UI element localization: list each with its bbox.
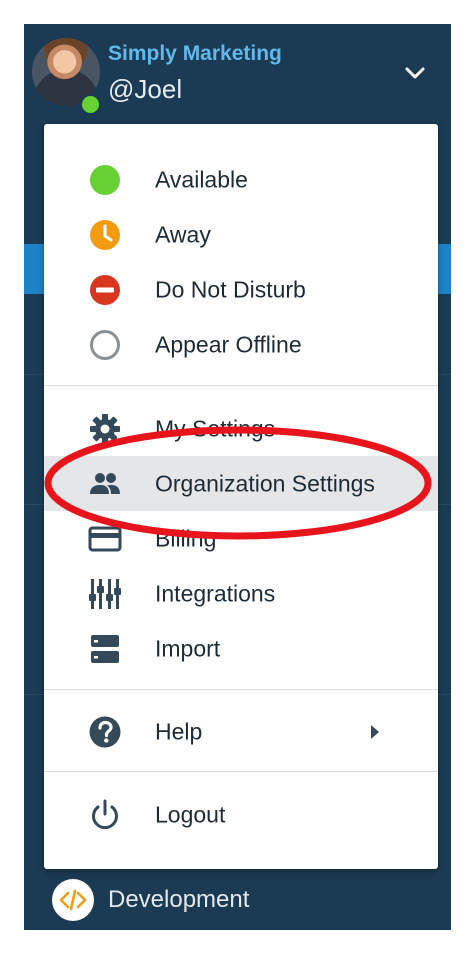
menu-item-label: My Settings (155, 415, 276, 441)
menu-item-label: Available (155, 166, 248, 192)
menu-item-label: Appear Offline (155, 331, 302, 357)
credit-card-icon (88, 526, 122, 551)
organization-name: Simply Marketing (108, 42, 282, 65)
menu-separator (44, 385, 438, 386)
menu-separator (44, 689, 438, 690)
menu-item-import[interactable]: Import (44, 621, 438, 676)
menu-separator (44, 771, 438, 772)
menu-item-billing[interactable]: Billing (44, 511, 438, 566)
power-icon (92, 799, 118, 829)
green-dot-icon (90, 164, 120, 195)
status-do-not-disturb[interactable]: Do Not Disturb (44, 262, 438, 317)
server-icon (91, 634, 119, 663)
people-icon (90, 472, 120, 494)
menu-item-label: Billing (155, 525, 217, 551)
caret-right-icon (371, 724, 379, 739)
status-available[interactable]: Available (44, 152, 438, 207)
username: @Joel (108, 74, 183, 104)
account-header[interactable]: Simply Marketing @Joel (24, 24, 451, 124)
code-icon (52, 879, 94, 921)
menu-item-label: Logout (155, 801, 226, 827)
account-dropdown-menu: Available Away Do Not Disturb Appear Off… (44, 124, 438, 869)
menu-item-label: Organization Settings (155, 470, 375, 496)
status-appear-offline[interactable]: Appear Offline (44, 317, 438, 372)
menu-item-my-settings[interactable]: My Settings (44, 401, 438, 456)
question-icon (89, 716, 121, 747)
chevron-down-icon[interactable] (402, 60, 428, 86)
menu-item-label: Integrations (155, 580, 276, 606)
menu-item-help[interactable]: Help (44, 704, 438, 759)
no-entry-icon (90, 274, 120, 305)
menu-item-label: Do Not Disturb (155, 276, 306, 302)
menu-item-logout[interactable]: Logout (44, 787, 438, 842)
workspace-label: Development (108, 886, 250, 913)
presence-indicator (80, 94, 101, 115)
menu-item-label: Import (155, 635, 221, 661)
gear-icon (90, 413, 120, 444)
status-away[interactable]: Away (44, 207, 438, 262)
menu-item-organization-settings[interactable]: Organization Settings (44, 456, 438, 511)
menu-item-integrations[interactable]: Integrations (44, 566, 438, 621)
clock-icon (90, 219, 120, 250)
hollow-circle-icon (90, 329, 120, 360)
menu-item-label: Away (155, 221, 211, 247)
menu-item-label: Help (155, 718, 203, 744)
sliders-icon (89, 578, 121, 609)
workspace-item-development[interactable]: Development (24, 876, 451, 930)
